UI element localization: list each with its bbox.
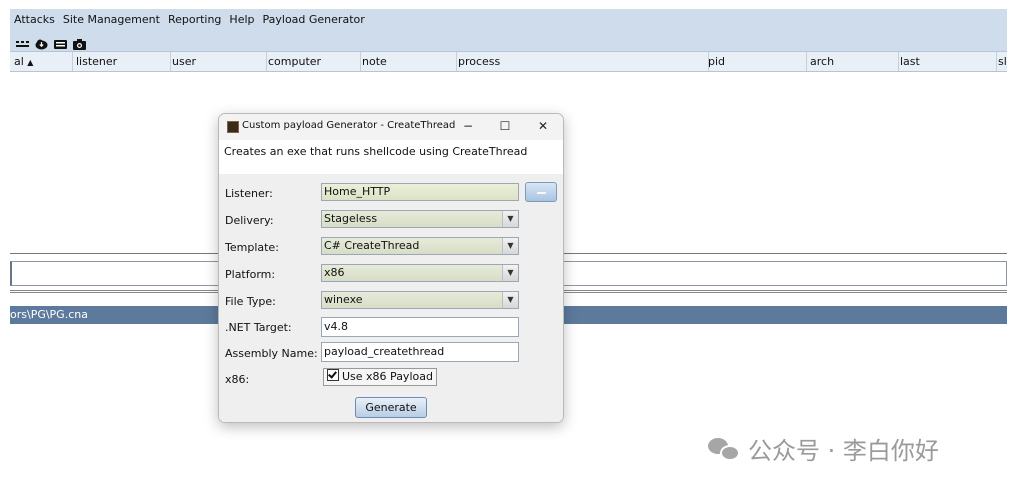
column-header-pid[interactable]: pid [704,52,807,71]
template-label: Template: [225,241,279,254]
menu-help[interactable]: Help [225,13,258,26]
wechat-icon [708,436,742,462]
column-header-user[interactable]: user [168,52,267,71]
close-button[interactable]: ✕ [530,117,556,135]
ellipsis-icon [537,192,546,194]
net-target-label: .NET Target: [225,321,292,334]
listener-field[interactable]: Home_HTTP [321,183,519,201]
delivery-value: Stageless [324,212,378,225]
toolbar [10,30,1007,51]
dialog-title: Custom payload Generator - CreateThread [242,120,456,131]
column-header-process[interactable]: process [454,52,709,71]
checkbox-checked-icon [327,369,339,381]
generate-button[interactable]: Generate [355,397,427,418]
use-x86-payload-label: Use x86 Payload [342,370,433,383]
chevron-down-icon[interactable]: ▼ [502,292,518,308]
column-header-al[interactable]: al ▲ [10,52,73,71]
listener-select-button[interactable] [525,182,557,202]
filetype-dropdown[interactable]: winexe ▼ [321,291,519,309]
use-x86-payload-checkbox[interactable]: Use x86 Payload [323,368,437,386]
delivery-label: Delivery: [225,214,274,227]
chevron-down-icon[interactable]: ▼ [502,238,518,254]
filetype-value: winexe [324,293,363,306]
watermark-text: 公众号 · 李白你好 [748,437,939,465]
custom-payload-generator-dialog: Custom payload Generator - CreateThread … [218,113,564,423]
filetype-label: File Type: [225,295,276,308]
column-header-listener[interactable]: listener [72,52,171,71]
menu-bar: Attacks Site Management Reporting Help P… [10,9,1007,30]
dialog-description: Creates an exe that runs shellcode using… [224,145,528,158]
cloud-download-icon[interactable] [35,35,48,50]
platform-dropdown[interactable]: x86 ▼ [321,264,519,282]
menu-payload-generator[interactable]: Payload Generator [259,13,369,26]
dialog-title-bar[interactable]: Custom payload Generator - CreateThread … [219,114,563,140]
sort-ascending-icon: ▲ [27,58,34,67]
dialog-description-area: Creates an exe that runs shellcode using… [219,140,563,175]
net-target-input[interactable]: v4.8 [321,317,519,337]
platform-label: Platform: [225,268,276,281]
chevron-down-icon[interactable]: ▼ [502,211,518,227]
assembly-name-label: Assembly Name: [225,347,318,360]
platform-value: x86 [324,266,345,279]
column-header-last[interactable]: last [896,52,997,71]
template-value: C# CreateThread [324,239,420,252]
maximize-button[interactable]: ☐ [492,117,518,135]
minimize-button[interactable]: − [455,117,481,135]
dialog-form: Listener: Home_HTTP Delivery: Stageless … [219,174,563,422]
column-header-arch[interactable]: arch [806,52,899,71]
camera-icon[interactable] [73,35,86,50]
menu-attacks[interactable]: Attacks [10,13,59,26]
script-tab-label: ors\PG\PG.cna [10,308,88,321]
keyboard-icon[interactable] [54,35,67,49]
beacon-table-header: al ▲ listener user computer note process… [10,51,1007,72]
listener-label: Listener: [225,187,273,200]
wechat-watermark: 公众号 · 李白你好 [708,431,939,466]
template-dropdown[interactable]: C# CreateThread ▼ [321,237,519,255]
column-header-sl[interactable]: sl [994,52,1007,71]
column-header-note[interactable]: note [358,52,457,71]
chevron-down-icon[interactable]: ▼ [502,265,518,281]
x86-label: x86: [225,373,250,386]
delivery-dropdown[interactable]: Stageless ▼ [321,210,519,228]
app-logo-icon [227,121,239,133]
column-header-computer[interactable]: computer [264,52,361,71]
menu-reporting[interactable]: Reporting [164,13,225,26]
assembly-name-input[interactable]: payload_createthread [321,342,519,362]
menu-site-management[interactable]: Site Management [59,13,164,26]
grid-icon[interactable] [16,35,29,47]
